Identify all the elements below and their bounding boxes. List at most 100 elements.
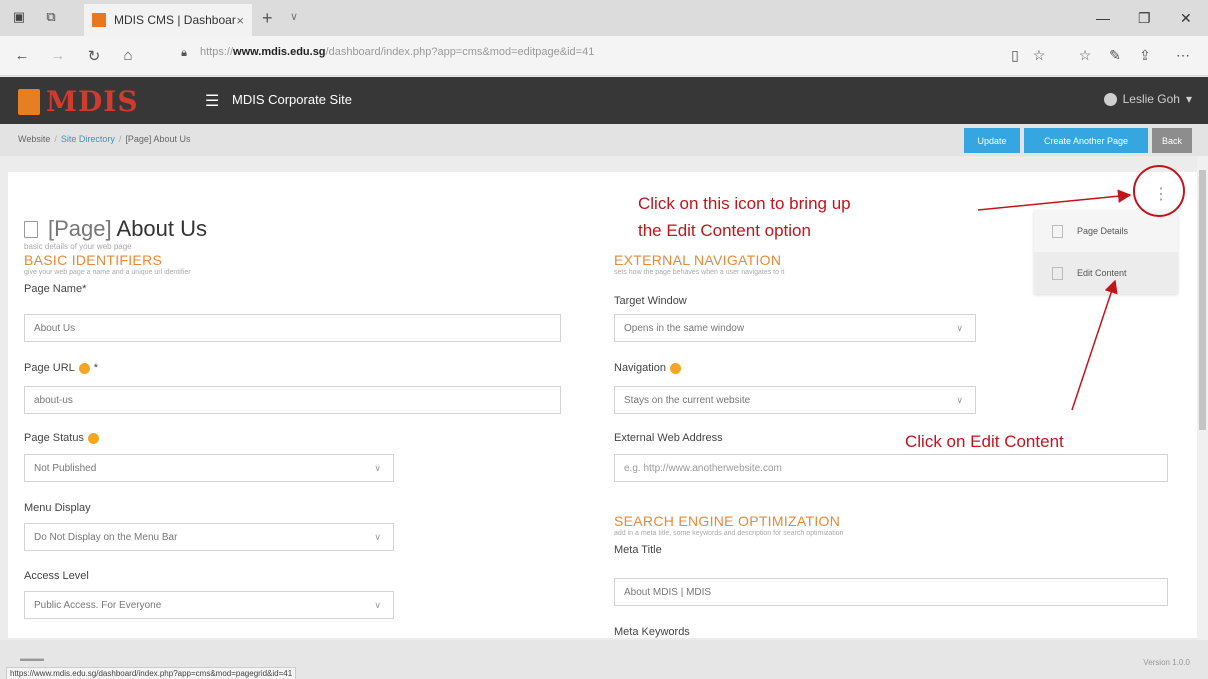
create-another-page-button[interactable]: Create Another Page bbox=[1024, 128, 1148, 153]
chevron-down-icon: ∨ bbox=[956, 395, 963, 405]
forward-arrow-icon[interactable]: → bbox=[48, 47, 68, 64]
page-status-label-text: Page Status bbox=[24, 432, 84, 444]
annotation-line-1: Click on this icon to bring up bbox=[638, 194, 851, 213]
url-path: /dashboard/index.php?app=cms&mod=editpag… bbox=[325, 46, 595, 58]
app-header: MDIS ☰ MDIS Corporate Site Leslie Goh ▾ bbox=[0, 77, 1208, 124]
favorite-star-icon[interactable]: ☆ bbox=[1030, 47, 1048, 64]
refresh-icon[interactable]: ↻ bbox=[84, 47, 104, 65]
user-menu[interactable]: Leslie Goh ▾ bbox=[1103, 92, 1192, 106]
navigation-label-text: Navigation bbox=[614, 362, 666, 374]
annotation-edit-content-text: Click on Edit Content bbox=[905, 432, 1064, 451]
favorites-hub-icon[interactable]: ☆ bbox=[1076, 47, 1094, 64]
url-prefix: https:// bbox=[200, 46, 234, 58]
chevron-down-icon: ∨ bbox=[374, 463, 381, 473]
target-window-label-text: Target Window bbox=[614, 295, 687, 307]
breadcrumb-site-directory[interactable]: Site Directory bbox=[61, 134, 115, 144]
page-status-select[interactable]: Not Published ∨ bbox=[24, 454, 394, 482]
seo-title: SEARCH ENGINE OPTIMIZATION bbox=[614, 513, 841, 529]
help-icon[interactable] bbox=[78, 362, 90, 374]
browser-tab[interactable]: MDIS CMS | Dashboard × bbox=[84, 4, 252, 36]
chevron-down-icon: ▾ bbox=[1185, 92, 1192, 106]
status-bar: ▬▬▬ Version 1.0.0 https://www.mdis.edu.s… bbox=[0, 640, 1208, 679]
browser-tab-bar: ▣ ⧉ MDIS CMS | Dashboard × + ∨ — ❐ ✕ bbox=[0, 0, 1208, 36]
external-address-label-text: External Web Address bbox=[614, 432, 723, 444]
page-name-input[interactable]: About Us bbox=[24, 314, 561, 342]
tab-aside-icon[interactable]: ⧉ bbox=[42, 9, 60, 25]
url-field[interactable]: https://www.mdis.edu.sg/dashboard/index.… bbox=[200, 46, 594, 58]
target-window-label: Target Window bbox=[614, 295, 687, 307]
page-subtitle: basic details of your web page bbox=[24, 242, 132, 251]
site-name[interactable]: MDIS Corporate Site bbox=[232, 92, 352, 107]
menu-display-label: Menu Display bbox=[24, 502, 91, 514]
home-icon[interactable]: ⌂ bbox=[118, 47, 138, 64]
close-window-icon[interactable]: ✕ bbox=[1180, 10, 1192, 27]
navigation-select[interactable]: Stays on the current website ∨ bbox=[614, 386, 976, 414]
menu-display-select[interactable]: Do Not Display on the Menu Bar ∨ bbox=[24, 523, 394, 551]
external-address-input[interactable]: e.g. http://www.anotherwebsite.com bbox=[614, 454, 1168, 482]
web-note-icon[interactable]: ✎ bbox=[1106, 47, 1124, 64]
minimize-icon[interactable]: — bbox=[1096, 10, 1110, 26]
page-title-prefix: [Page] bbox=[48, 216, 112, 241]
tab-list-icon[interactable]: ▣ bbox=[10, 9, 28, 25]
navigation-label: Navigation bbox=[614, 362, 681, 374]
update-button[interactable]: Update bbox=[964, 128, 1020, 153]
scrollbar-thumb[interactable] bbox=[1199, 170, 1206, 430]
back-arrow-icon[interactable]: ← bbox=[12, 47, 32, 64]
menu-item-edit-content-label: Edit Content bbox=[1077, 268, 1127, 278]
page-details-card: [Page] About Us basic details of your we… bbox=[8, 172, 1198, 638]
seo-subtitle: add in a meta title, some keywords and d… bbox=[614, 530, 844, 537]
user-name: Leslie Goh bbox=[1122, 92, 1180, 106]
reading-view-icon[interactable]: ▯ bbox=[1006, 47, 1024, 64]
page-name-label: Page Name* bbox=[24, 283, 86, 295]
new-tab-button[interactable]: + bbox=[262, 8, 273, 29]
access-level-value: Public Access. For Everyone bbox=[34, 599, 162, 611]
annotation-icon-text: Click on this icon to bring up the Edit … bbox=[638, 190, 851, 244]
version-text: Version 1.0.0 bbox=[1143, 658, 1190, 667]
maximize-icon[interactable]: ❐ bbox=[1138, 10, 1151, 27]
page-title: [Page] About Us bbox=[48, 216, 207, 242]
share-icon[interactable]: ⇪ bbox=[1136, 47, 1154, 64]
page-url-input[interactable]: about-us bbox=[24, 386, 561, 414]
mdis-crest-icon bbox=[18, 88, 40, 115]
back-button[interactable]: Back bbox=[1152, 128, 1192, 153]
page-status-value: Not Published bbox=[34, 462, 97, 474]
page-status-label: Page Status bbox=[24, 432, 99, 444]
access-level-label: Access Level bbox=[24, 570, 89, 582]
edit-icon bbox=[1052, 266, 1063, 280]
help-icon[interactable] bbox=[669, 362, 681, 374]
tab-dropdown-icon[interactable]: ∨ bbox=[290, 10, 298, 23]
required-star: * bbox=[93, 362, 99, 374]
kebab-menu-icon[interactable]: ⋮ bbox=[1153, 187, 1169, 203]
breadcrumb-website[interactable]: Website bbox=[18, 134, 50, 144]
url-domain: www.mdis.edu.sg bbox=[233, 46, 326, 58]
mdis-logo[interactable]: MDIS bbox=[18, 85, 139, 118]
meta-keywords-label: Meta Keywords bbox=[614, 626, 690, 638]
chevron-down-icon: ∨ bbox=[956, 323, 963, 333]
meta-title-input[interactable]: About MDIS | MDIS bbox=[614, 578, 1168, 606]
footer-logo-icon: ▬▬▬ bbox=[20, 654, 44, 663]
page-url-label-text: Page URL bbox=[24, 362, 75, 374]
menu-display-label-text: Menu Display bbox=[24, 502, 91, 514]
meta-title-label-text: Meta Title bbox=[614, 544, 662, 556]
hamburger-menu-icon[interactable]: ☰ bbox=[205, 91, 219, 111]
chevron-down-icon: ∨ bbox=[374, 532, 381, 542]
page-actions-menu: Page Details Edit Content bbox=[1034, 210, 1178, 294]
more-options-icon[interactable]: ⋯ bbox=[1174, 47, 1192, 64]
lock-icon: 🔒︎ bbox=[181, 47, 187, 59]
tab-close-icon[interactable]: × bbox=[236, 13, 244, 28]
menu-item-page-details-label: Page Details bbox=[1077, 226, 1129, 236]
breadcrumb: Website / Site Directory / [Page] About Us bbox=[18, 134, 191, 144]
menu-item-edit-content[interactable]: Edit Content bbox=[1034, 252, 1178, 294]
target-window-select[interactable]: Opens in the same window ∨ bbox=[614, 314, 976, 342]
menu-item-page-details[interactable]: Page Details bbox=[1034, 210, 1178, 252]
access-level-select[interactable]: Public Access. For Everyone ∨ bbox=[24, 591, 394, 619]
external-address-label: External Web Address bbox=[614, 432, 723, 444]
help-icon[interactable] bbox=[87, 432, 99, 444]
external-navigation-title: EXTERNAL NAVIGATION bbox=[614, 252, 782, 268]
menu-display-value: Do Not Display on the Menu Bar bbox=[34, 531, 178, 543]
tab-title: MDIS CMS | Dashboard bbox=[114, 13, 237, 27]
annotation-line-2: the Edit Content option bbox=[638, 221, 811, 240]
document-icon bbox=[1052, 224, 1063, 238]
page-name-label-text: Page Name* bbox=[24, 283, 87, 295]
basic-identifiers-subtitle: give your web page a name and a unique u… bbox=[24, 269, 191, 276]
